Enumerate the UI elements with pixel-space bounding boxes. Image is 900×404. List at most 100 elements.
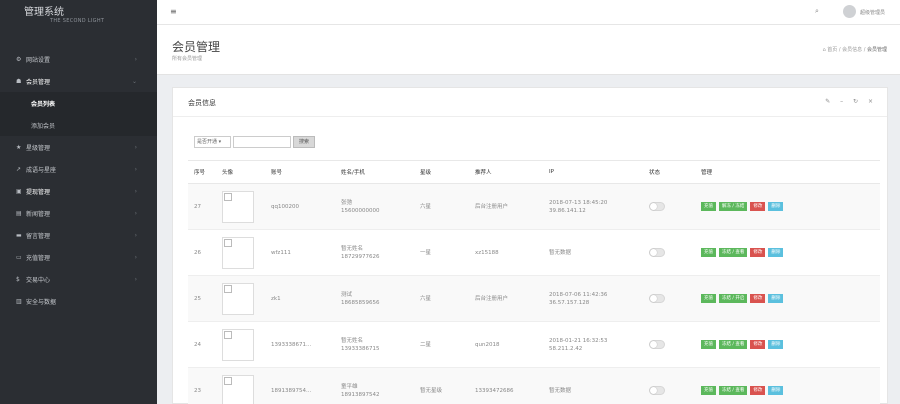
status-toggle[interactable] [649, 294, 665, 303]
member-phone: 18685859656 [341, 299, 380, 306]
cell-level: 二星 [414, 321, 469, 368]
status-toggle[interactable] [649, 202, 665, 211]
brand: 管理系统 THE SECOND LIGHT [0, 0, 157, 37]
sidebar-subitem-add-member[interactable]: 添加会员 [0, 114, 157, 136]
status-toggle[interactable] [649, 386, 665, 395]
breadcrumb: ⌂ 首页 / 会员信息 / 会员管理 [822, 46, 887, 53]
recharge-button[interactable]: 充值 [701, 202, 716, 211]
delete-button[interactable]: 删除 [768, 294, 784, 303]
recharge-button[interactable]: 充值 [701, 386, 716, 395]
building-icon: ▥ [16, 297, 22, 305]
breadcrumb-home[interactable]: ⌂ 首页 [822, 47, 837, 53]
cell-ip: 2018-07-06 11:42:36 36.57.157.128 [543, 275, 643, 322]
freeze-toggle-button[interactable]: 冻结 / 查看 [719, 340, 748, 349]
brand-subtitle: THE SECOND LIGHT [50, 18, 105, 24]
avatar-image [222, 374, 254, 404]
cell-no: 27 [188, 183, 216, 230]
breadcrumb-mid[interactable]: 会员信息 [842, 47, 862, 53]
sidebar-item-label: 提现管理 [26, 188, 51, 196]
user-name[interactable]: 超级管理员 [860, 9, 885, 16]
sidebar-item-label: 新闻管理 [26, 210, 51, 218]
status-toggle[interactable] [649, 248, 665, 257]
cell-name-phone: 测试 18685859656 [335, 275, 414, 322]
cell-level: 六星 [414, 183, 469, 230]
sidebar-item-withdrawals[interactable]: ▣ 提现管理 › [0, 180, 157, 202]
delete-button[interactable]: 删除 [768, 340, 784, 349]
chevron-right-icon: › [134, 275, 137, 283]
sidebar-item-recharge[interactable]: ▭ 充值管理 › [0, 246, 157, 268]
avatar[interactable] [843, 5, 856, 18]
cell-account: 1393338671... [265, 321, 335, 368]
sidebar: 管理系统 THE SECOND LIGHT ⚙ 网站设置 › ☗ 会员管理 ⌄ 会员列表… [0, 0, 157, 404]
cell-status [643, 367, 695, 404]
cell-account: 1891389754... [265, 367, 335, 404]
freeze-toggle-button[interactable]: 冻结 / 查看 [719, 386, 748, 395]
delete-button[interactable]: 删除 [768, 386, 784, 395]
cell-referrer: xz15188 [469, 229, 543, 276]
edit-button[interactable]: 修改 [750, 386, 766, 395]
edit-button[interactable]: 修改 [750, 202, 766, 211]
cell-status [643, 183, 695, 230]
cell-account: wfz111 [265, 229, 335, 276]
recharge-button[interactable]: 充值 [701, 294, 716, 303]
sidebar-item-label: 安全与数据 [26, 298, 57, 306]
cell-name-phone: 暂无姓名 18729977626 [335, 229, 414, 276]
sidebar-item-messages[interactable]: ▬ 留言管理 › [0, 224, 157, 246]
edit-button[interactable]: 修改 [750, 340, 766, 349]
member-phone: 18729977626 [341, 253, 380, 260]
menu-toggle-icon[interactable]: ≡ [170, 7, 177, 16]
member-name: 童平雄 [341, 383, 358, 390]
sidebar-item-label: 会员管理 [26, 78, 51, 86]
sidebar-item-idioms[interactable]: ↗ 成语与星座 › [0, 158, 157, 180]
edit-button[interactable]: 修改 [750, 248, 766, 257]
topbar: ≡ ⌕ 超级管理员 [157, 0, 900, 25]
freeze-toggle-button[interactable]: 解冻 / 冻结 [719, 202, 748, 211]
member-name: 暂无姓名 [341, 245, 364, 252]
sidebar-subitem-member-list[interactable]: 会员列表 [0, 92, 157, 114]
cell-level: 一星 [414, 229, 469, 276]
avatar-image [222, 236, 254, 269]
recharge-button[interactable]: 充值 [701, 340, 716, 349]
page-subtitle: 所有会员管理 [172, 56, 203, 62]
sidebar-item-label: 成语与星座 [26, 166, 57, 174]
freeze-toggle-button[interactable]: 冻结 / 开启 [719, 294, 748, 303]
ip-time: 暂无数据 [549, 387, 572, 394]
delete-button[interactable]: 删除 [768, 202, 784, 211]
cell-avatar [216, 183, 265, 230]
sidebar-item-trade-center[interactable]: $ 交易中心 › [0, 268, 157, 290]
search-input[interactable] [233, 136, 291, 148]
edit-button[interactable]: 修改 [750, 294, 766, 303]
status-toggle[interactable] [649, 340, 665, 349]
sidebar-item-news[interactable]: ▤ 新闻管理 › [0, 202, 157, 224]
search-icon[interactable]: ⌕ [815, 7, 819, 16]
sidebar-item-site-settings[interactable]: ⚙ 网站设置 › [0, 48, 157, 70]
col-header-manage: 管理 [695, 160, 880, 184]
cell-level: 六星 [414, 275, 469, 322]
cell-level: 暂无星级 [414, 367, 469, 404]
col-header-referrer: 推荐人 [469, 160, 543, 184]
delete-button[interactable]: 删除 [768, 248, 784, 257]
sidebar-item-members[interactable]: ☗ 会员管理 ⌄ [0, 70, 157, 92]
col-header-account: 账号 [265, 160, 335, 184]
cell-avatar [216, 321, 265, 368]
cell-ip: 2018-01-21 16:32:53 58.211.2.42 [543, 321, 643, 368]
freeze-toggle-button[interactable]: 冻结 / 查看 [719, 248, 748, 257]
card-icon: ▭ [16, 253, 22, 261]
comment-icon: ▬ [16, 231, 22, 239]
status-select[interactable]: 是否开通 ▾ [194, 136, 231, 148]
sidebar-item-star-level[interactable]: ★ 星级管理 › [0, 136, 157, 158]
panel-tools-icons[interactable]: ✎ – ↻ × [825, 98, 877, 105]
sidebar-menu: ⚙ 网站设置 › ☗ 会员管理 ⌄ 会员列表 添加会员 ★ 星级管理 › ↗ 成语与星座 › ▣… [0, 48, 157, 312]
cell-name-phone: 童平雄 18913897542 [335, 367, 414, 404]
cell-status [643, 321, 695, 368]
recharge-button[interactable]: 充值 [701, 248, 716, 257]
table-row: 23 1891389754... 童平雄 18913897542 暂无星级 1339347… [188, 367, 880, 404]
cell-no: 26 [188, 229, 216, 276]
member-table: 序号 头像 账号 姓名/手机 星级 推荐人 IP 状态 管理 27 qq10020… [188, 160, 880, 404]
cell-ip: 暂无数据 [543, 367, 643, 404]
cell-no: 23 [188, 367, 216, 404]
sidebar-item-security[interactable]: ▥ 安全与数据 [0, 290, 157, 312]
search-button[interactable]: 搜索 [293, 136, 315, 148]
member-phone: 15600000000 [341, 207, 380, 214]
cell-referrer: qun2018 [469, 321, 543, 368]
